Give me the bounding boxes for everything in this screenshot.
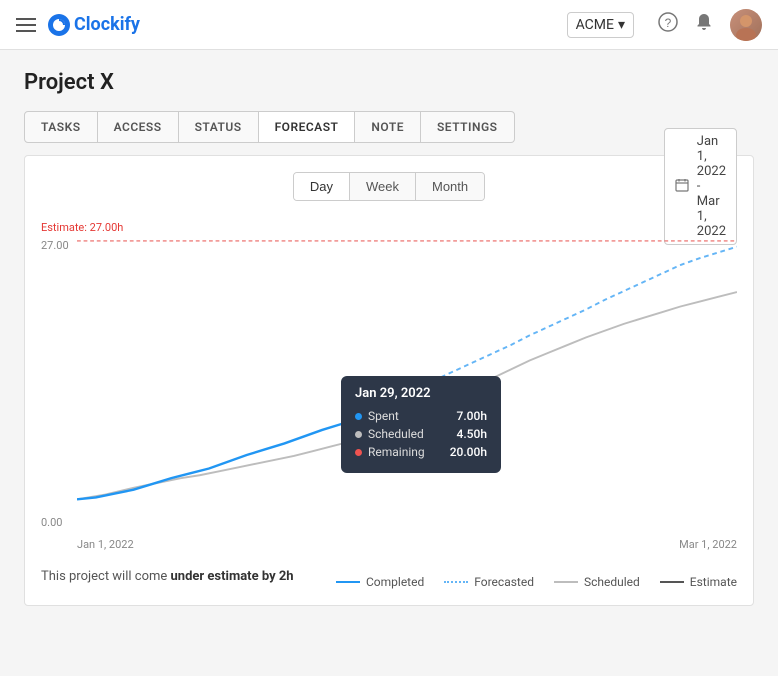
workspace-name: ACME bbox=[576, 17, 614, 33]
tooltip-remaining-dot bbox=[355, 449, 362, 456]
legend-forecasted: Forecasted bbox=[444, 575, 534, 589]
legend-completed-line bbox=[336, 581, 360, 583]
page-title: Project X bbox=[24, 70, 754, 95]
legend-forecasted-line bbox=[444, 581, 468, 583]
chart-controls: Day Week Month Jan 1, 2022 - Mar 1, 2022… bbox=[41, 172, 737, 201]
tooltip-spent-row: Spent 7.00h bbox=[355, 409, 487, 423]
svg-text:?: ? bbox=[665, 16, 672, 30]
chart-container: Day Week Month Jan 1, 2022 - Mar 1, 2022… bbox=[24, 155, 754, 606]
legend-estimate: Estimate bbox=[660, 575, 737, 589]
tab-tasks[interactable]: TASKS bbox=[24, 111, 98, 143]
legend-scheduled-label: Scheduled bbox=[584, 575, 640, 589]
chart-tooltip: Jan 29, 2022 Spent 7.00h Scheduled 4.50h… bbox=[341, 376, 501, 473]
view-week-button[interactable]: Week bbox=[350, 173, 416, 200]
calendar-icon bbox=[675, 178, 689, 196]
chart-area: Estimate: 27.00h 27.00 0.00 Jan 1, 2022 … bbox=[41, 221, 737, 551]
tooltip-spent-label: Spent bbox=[368, 409, 451, 423]
tooltip-date: Jan 29, 2022 bbox=[355, 386, 487, 401]
tabs: TASKS ACCESS STATUS FORECAST NOTE SETTIN… bbox=[24, 111, 754, 143]
tab-status[interactable]: STATUS bbox=[179, 111, 259, 143]
legend-completed: Completed bbox=[336, 575, 424, 589]
status-bar: This project will come under estimate by… bbox=[41, 563, 737, 589]
page-content: Project X TASKS ACCESS STATUS FORECAST N… bbox=[0, 50, 778, 626]
chevron-down-icon: ▾ bbox=[618, 17, 625, 33]
bell-icon[interactable] bbox=[694, 12, 714, 37]
tab-note[interactable]: NOTE bbox=[355, 111, 421, 143]
y-axis-bottom: 0.00 bbox=[41, 516, 62, 529]
tooltip-scheduled-row: Scheduled 4.50h bbox=[355, 427, 487, 441]
legend-scheduled: Scheduled bbox=[554, 575, 640, 589]
tooltip-spent-value: 7.00h bbox=[457, 409, 487, 423]
legend-forecasted-label: Forecasted bbox=[474, 575, 534, 589]
tab-access[interactable]: ACCESS bbox=[98, 111, 179, 143]
tooltip-remaining-label: Remaining bbox=[368, 445, 444, 459]
status-text-before: This project will come bbox=[41, 569, 167, 584]
tooltip-remaining-value: 20.00h bbox=[450, 445, 487, 459]
status-emphasis: under estimate by 2h bbox=[171, 569, 294, 584]
tooltip-remaining-row: Remaining 20.00h bbox=[355, 445, 487, 459]
legend: Completed Forecasted Scheduled Estimate bbox=[336, 575, 737, 589]
view-month-button[interactable]: Month bbox=[416, 173, 484, 200]
logo-text: Clockify bbox=[74, 14, 140, 35]
tab-forecast[interactable]: FORECAST bbox=[259, 111, 356, 143]
logo-icon bbox=[48, 14, 70, 36]
x-axis-left: Jan 1, 2022 bbox=[77, 538, 134, 551]
menu-icon[interactable] bbox=[16, 18, 36, 32]
tooltip-scheduled-label: Scheduled bbox=[368, 427, 451, 441]
legend-completed-label: Completed bbox=[366, 575, 424, 589]
estimate-label: Estimate: 27.00h bbox=[41, 221, 123, 234]
legend-estimate-label: Estimate bbox=[690, 575, 737, 589]
legend-estimate-line bbox=[660, 581, 684, 583]
tooltip-scheduled-dot bbox=[355, 431, 362, 438]
legend-scheduled-line bbox=[554, 581, 578, 583]
tab-settings[interactable]: SETTINGS bbox=[421, 111, 515, 143]
tooltip-scheduled-value: 4.50h bbox=[457, 427, 487, 441]
header: Clockify ACME ▾ ? bbox=[0, 0, 778, 50]
workspace-selector[interactable]: ACME ▾ bbox=[567, 12, 634, 38]
avatar[interactable] bbox=[730, 9, 762, 41]
y-axis-top: 27.00 bbox=[41, 239, 69, 252]
help-icon[interactable]: ? bbox=[658, 12, 678, 37]
header-icons: ? bbox=[658, 9, 762, 41]
view-day-button[interactable]: Day bbox=[294, 173, 350, 200]
tooltip-spent-dot bbox=[355, 413, 362, 420]
view-toggle: Day Week Month bbox=[293, 172, 485, 201]
logo: Clockify bbox=[48, 14, 140, 36]
status-text: This project will come under estimate by… bbox=[41, 569, 294, 584]
x-axis-right: Mar 1, 2022 bbox=[679, 538, 737, 551]
